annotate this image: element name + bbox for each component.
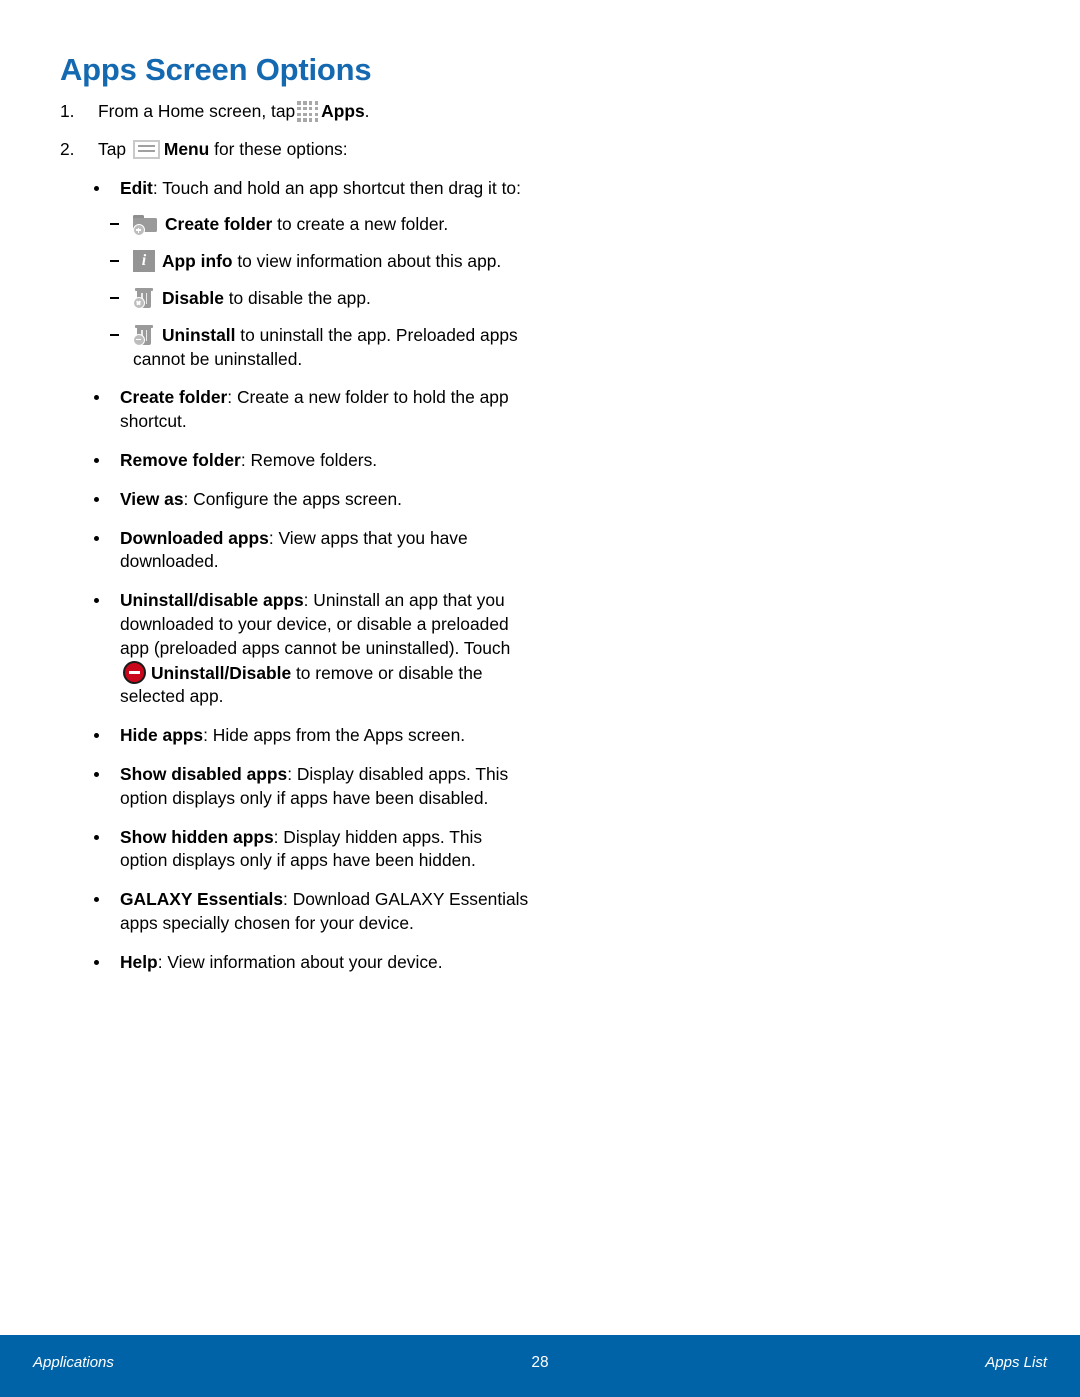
option-downloaded-apps: Downloaded apps: View apps that you have… [60, 527, 530, 575]
footer-page-number: 28 [531, 1354, 549, 1371]
option-edit-body: Edit: Touch and hold an app shortcut the… [120, 177, 530, 201]
option-create-folder-body: Create folder: Create a new folder to ho… [120, 386, 530, 434]
option-uninstall-disable-apps-label: Uninstall/disable apps [120, 590, 304, 611]
option-hide-apps-body: Hide apps: Hide apps from the Apps scree… [120, 724, 530, 748]
option-edit-label: Edit [120, 177, 153, 198]
bullet-dot [94, 457, 99, 463]
create-folder-icon[interactable] [133, 214, 158, 237]
option-hide-apps-text: : Hide apps from the Apps screen. [203, 725, 466, 746]
option-downloaded-apps-body: Downloaded apps: View apps that you have… [120, 527, 530, 575]
bullet-dot [94, 834, 99, 840]
step-2-text-after: for these options: [209, 138, 348, 159]
subitem-app-info-label: App info [162, 251, 233, 272]
page-title: Apps Screen Options [60, 52, 372, 87]
subitem-disable-text: to disable the app. [223, 287, 371, 308]
bullet-dot [94, 535, 99, 541]
apps-grid-icon[interactable] [297, 101, 319, 122]
option-show-disabled-apps-body: Show disabled apps: Display disabled app… [120, 763, 530, 811]
option-view-as-label: View as [120, 488, 184, 509]
step-2: 2. Tap Menu for these options: [60, 138, 530, 162]
option-downloaded-apps-label: Downloaded apps [120, 527, 269, 548]
dash-marker [110, 260, 119, 263]
option-edit-text: : Touch and hold an app shortcut then dr… [152, 177, 521, 198]
subitem-uninstall: Uninstall to uninstall the app. Preloade… [110, 324, 530, 372]
disable-trash-icon[interactable] [133, 287, 155, 309]
dash-marker [110, 223, 119, 226]
option-edit: Edit: Touch and hold an app shortcut the… [60, 177, 530, 201]
option-galaxy-essentials-label: GALAXY Essentials [120, 889, 284, 910]
uninstall-trash-icon[interactable] [133, 324, 155, 346]
option-show-disabled-apps-label: Show disabled apps [120, 763, 288, 784]
dash-marker [110, 333, 119, 336]
step-2-number: 2. [60, 138, 75, 159]
bullet-dot [94, 959, 99, 965]
option-view-as-text: : Configure the apps screen. [183, 488, 402, 509]
subitem-app-info-body: i App info to view information about this… [133, 250, 530, 274]
option-show-hidden-apps-label: Show hidden apps [120, 826, 274, 847]
subitem-app-info: i App info to view information about this… [110, 250, 530, 274]
step-1-bold-label: Apps [321, 101, 365, 121]
subitem-disable-label: Disable [162, 287, 224, 308]
subitem-create-folder-label: Create folder [165, 214, 273, 235]
page-footer: Applications 28 Apps List [0, 1335, 1080, 1397]
step-1-number: 1. [60, 101, 75, 121]
bullet-dot [94, 733, 99, 739]
document-page: Apps Screen Options 1. From a Home scree… [0, 0, 1080, 1397]
option-help-body: Help: View information about your device… [120, 951, 530, 975]
option-help-text: : View information about your device. [157, 951, 443, 972]
subitem-app-info-text: to view information about this app. [232, 251, 502, 272]
option-uninstall-disable-inline-label: Uninstall/Disable [151, 662, 292, 683]
bullet-dot [94, 598, 99, 604]
option-help-label: Help [120, 951, 158, 972]
uninstall-disable-red-icon[interactable] [123, 660, 146, 684]
step-1-text-after: . [364, 101, 370, 121]
step-1-text-before: From a Home screen, tap [98, 101, 296, 121]
app-info-icon[interactable]: i [133, 250, 155, 273]
option-show-disabled-apps: Show disabled apps: Display disabled app… [60, 763, 530, 811]
option-remove-folder-label: Remove folder [120, 449, 241, 470]
option-remove-folder-body: Remove folder: Remove folders. [120, 449, 530, 473]
option-uninstall-disable-apps: Uninstall/disable apps: Uninstall an app… [60, 589, 530, 709]
footer-topic-label: Apps List [985, 1354, 1047, 1371]
option-show-hidden-apps: Show hidden apps: Display hidden apps. T… [60, 826, 530, 874]
option-create-folder-label: Create folder [120, 387, 228, 408]
option-hide-apps-label: Hide apps [120, 725, 204, 746]
subitem-uninstall-label: Uninstall [162, 324, 236, 345]
option-show-hidden-apps-body: Show hidden apps: Display hidden apps. T… [120, 826, 530, 874]
step-2-bold-label: Menu [163, 138, 210, 159]
bullet-dot [94, 496, 99, 502]
subitem-uninstall-body: Uninstall to uninstall the app. Preloade… [133, 324, 530, 372]
menu-icon[interactable] [132, 139, 160, 159]
bullet-dot [94, 395, 99, 401]
step-1: 1. From a Home screen, tap Apps. [60, 100, 530, 124]
bullet-dot [94, 771, 99, 777]
bullet-dot [94, 185, 99, 191]
option-remove-folder: Remove folder: Remove folders. [60, 449, 530, 473]
step-2-text-before: Tap [98, 138, 127, 159]
subitem-create-folder: Create folder to create a new folder. [110, 213, 530, 237]
option-galaxy-essentials: GALAXY Essentials: Download GALAXY Essen… [60, 888, 530, 936]
subitem-create-folder-body: Create folder to create a new folder. [133, 213, 530, 237]
option-view-as-body: View as: Configure the apps screen. [120, 488, 530, 512]
dash-marker [110, 296, 119, 299]
option-remove-folder-text: : Remove folders. [240, 449, 378, 470]
option-view-as: View as: Configure the apps screen. [60, 488, 530, 512]
option-help: Help: View information about your device… [60, 951, 530, 975]
subitem-create-folder-text: to create a new folder. [272, 214, 449, 235]
option-create-folder: Create folder: Create a new folder to ho… [60, 386, 530, 434]
option-uninstall-disable-apps-body: Uninstall/disable apps: Uninstall an app… [120, 589, 530, 709]
subitem-disable-body: Disable to disable the app. [133, 287, 530, 311]
bullet-dot [94, 897, 99, 903]
option-galaxy-essentials-body: GALAXY Essentials: Download GALAXY Essen… [120, 888, 530, 936]
document-body: 1. From a Home screen, tap Apps. 2. Tap … [60, 100, 530, 975]
option-hide-apps: Hide apps: Hide apps from the Apps scree… [60, 724, 530, 748]
subitem-disable: Disable to disable the app. [110, 287, 530, 311]
